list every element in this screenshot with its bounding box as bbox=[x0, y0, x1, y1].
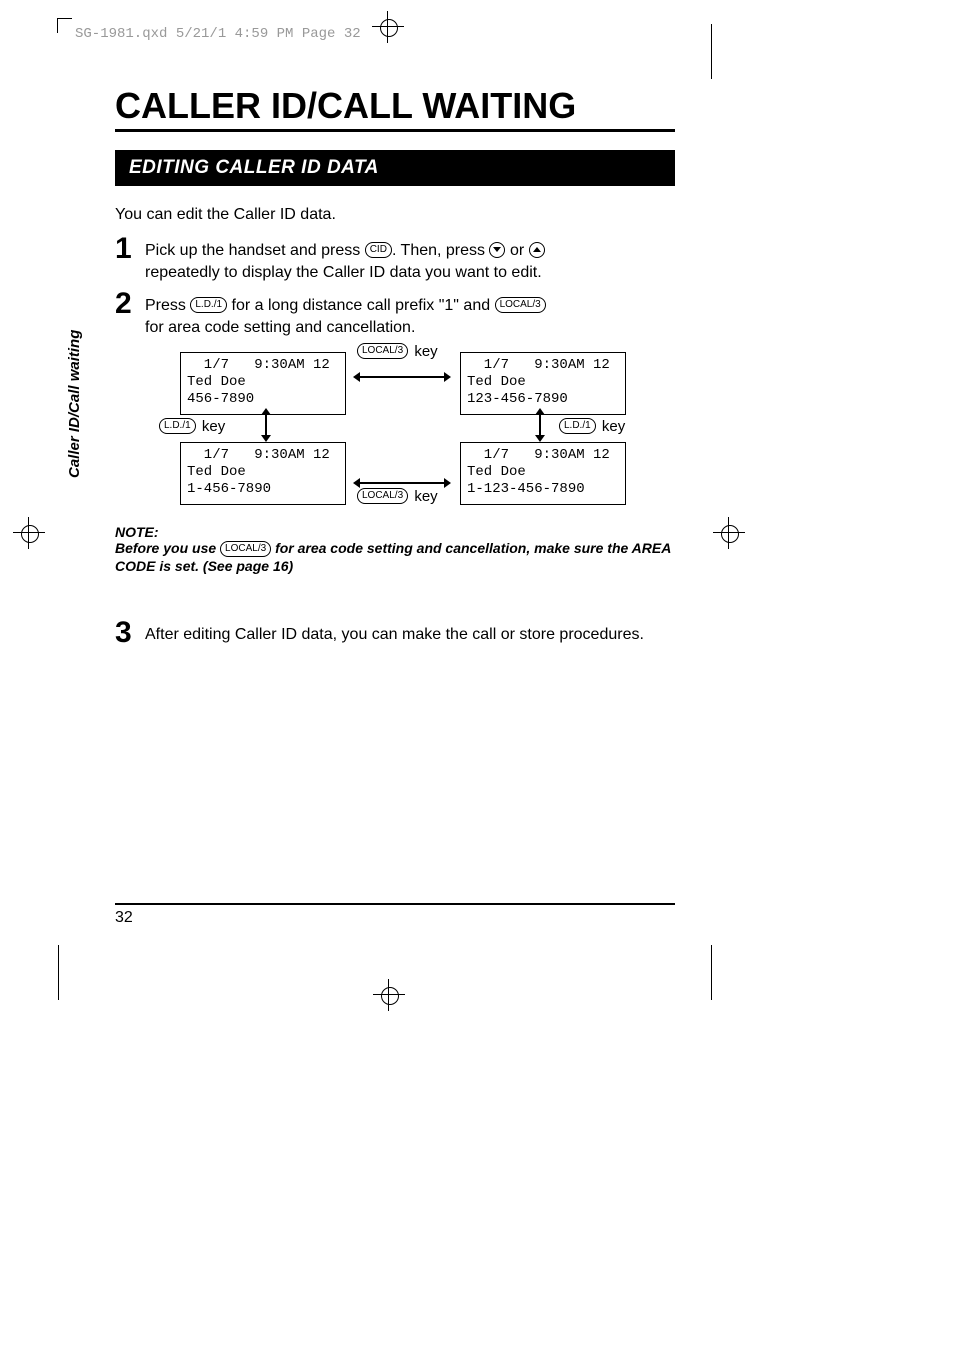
text: or bbox=[510, 242, 524, 259]
text: repeatedly to display the Caller ID data… bbox=[145, 264, 542, 281]
note-heading: NOTE: bbox=[115, 524, 675, 540]
double-arrow-icon bbox=[261, 408, 271, 442]
step-number: 1 bbox=[115, 234, 145, 264]
text: key bbox=[414, 488, 437, 505]
ld1-key-icon: L.D./1 bbox=[159, 418, 196, 434]
state-diagram: 1/7 9:30AM 12 Ted Doe 456-7890 1/7 9:30A… bbox=[135, 348, 675, 518]
page-title: CALLER ID/CALL WAITING bbox=[115, 85, 675, 132]
crop-mark bbox=[58, 945, 59, 1000]
text: key bbox=[602, 418, 625, 435]
lcd-line: Ted Doe bbox=[467, 464, 526, 480]
text: for a long distance call prefix "1" and bbox=[232, 297, 491, 314]
key-label: L.D./1 key bbox=[159, 418, 225, 435]
registration-mark bbox=[718, 522, 740, 544]
down-arrow-icon bbox=[489, 242, 505, 258]
lcd-line: Ted Doe bbox=[467, 374, 526, 390]
local3-key-icon: LOCAL/3 bbox=[357, 488, 408, 504]
registration-mark bbox=[377, 16, 399, 38]
double-arrow-icon bbox=[535, 408, 545, 442]
key-label: LOCAL/3 key bbox=[357, 488, 438, 505]
step-body: Press L.D./1 for a long distance call pr… bbox=[145, 293, 675, 338]
double-arrow-icon bbox=[353, 372, 451, 382]
key-label: L.D./1 key bbox=[559, 418, 625, 435]
lcd-display: 1/7 9:30AM 12 Ted Doe 1-123-456-7890 bbox=[460, 442, 626, 504]
intro-text: You can edit the Caller ID data. bbox=[115, 206, 675, 224]
section-header: EDITING CALLER ID DATA bbox=[115, 150, 675, 186]
lcd-display: 1/7 9:30AM 12 Ted Doe 123-456-7890 bbox=[460, 352, 626, 414]
step-number: 2 bbox=[115, 289, 145, 319]
lcd-line: 1-456-7890 bbox=[187, 481, 271, 497]
step-number: 3 bbox=[115, 618, 145, 648]
note-body: Before you use LOCAL/3 for area code set… bbox=[115, 540, 675, 573]
double-arrow-icon bbox=[353, 478, 451, 488]
lcd-line: 1-123-456-7890 bbox=[467, 481, 585, 497]
text: . Then, press bbox=[392, 242, 485, 259]
lcd-line: 1/7 9:30AM 12 bbox=[467, 357, 610, 373]
ld1-key-icon: L.D./1 bbox=[190, 297, 227, 313]
local3-key-icon: LOCAL/3 bbox=[220, 541, 271, 557]
step-1: 1 Pick up the handset and press CID. The… bbox=[115, 238, 675, 283]
step-3: 3 After editing Caller ID data, you can … bbox=[115, 622, 675, 648]
local3-key-icon: LOCAL/3 bbox=[495, 297, 546, 313]
crop-mark bbox=[57, 18, 72, 33]
lcd-display: 1/7 9:30AM 12 Ted Doe 1-456-7890 bbox=[180, 442, 346, 504]
text: Pick up the handset and press bbox=[145, 242, 360, 259]
lcd-line: 1/7 9:30AM 12 bbox=[187, 357, 330, 373]
text: for area code setting and cancellation. bbox=[145, 319, 415, 336]
key-label: LOCAL/3 key bbox=[357, 343, 438, 360]
lcd-line: 123-456-7890 bbox=[467, 391, 568, 407]
step-2: 2 Press L.D./1 for a long distance call … bbox=[115, 293, 675, 338]
registration-mark bbox=[378, 984, 400, 1006]
lcd-line: 1/7 9:30AM 12 bbox=[467, 447, 610, 463]
crop-mark bbox=[711, 24, 712, 79]
lcd-line: 456-7890 bbox=[187, 391, 254, 407]
up-arrow-icon bbox=[529, 242, 545, 258]
lcd-line: 1/7 9:30AM 12 bbox=[187, 447, 330, 463]
local3-key-icon: LOCAL/3 bbox=[357, 343, 408, 359]
crop-mark bbox=[711, 945, 712, 1000]
ld1-key-icon: L.D./1 bbox=[559, 418, 596, 434]
note: NOTE: Before you use LOCAL/3 for area co… bbox=[115, 524, 675, 573]
text: key bbox=[414, 343, 437, 360]
text: Before you use bbox=[115, 540, 216, 556]
text: key bbox=[202, 418, 225, 435]
registration-mark bbox=[18, 522, 40, 544]
lcd-line: Ted Doe bbox=[187, 464, 246, 480]
step-body: After editing Caller ID data, you can ma… bbox=[145, 622, 675, 646]
side-tab: Caller ID/Call waiting bbox=[66, 330, 83, 478]
step-body: Pick up the handset and press CID. Then,… bbox=[145, 238, 675, 283]
page-number: 32 bbox=[115, 903, 675, 927]
lcd-line: Ted Doe bbox=[187, 374, 246, 390]
lcd-display: 1/7 9:30AM 12 Ted Doe 456-7890 bbox=[180, 352, 346, 414]
file-metadata: SG-1981.qxd 5/21/1 4:59 PM Page 32 bbox=[75, 26, 361, 42]
text: Press bbox=[145, 297, 186, 314]
cid-key-icon: CID bbox=[365, 242, 392, 258]
